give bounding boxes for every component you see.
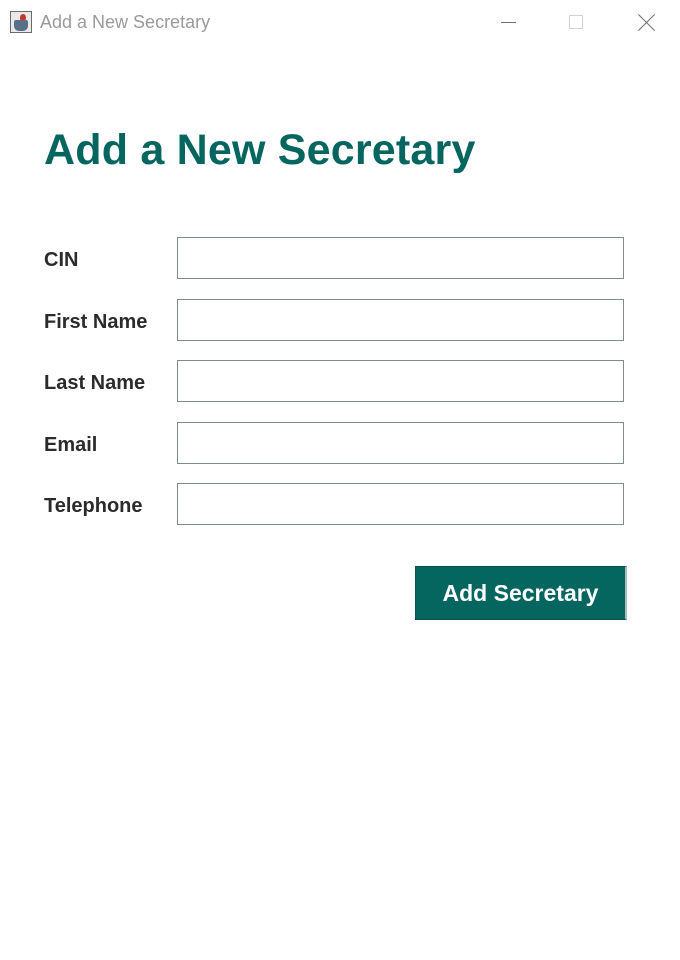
page-title: Add a New Secretary — [44, 126, 476, 174]
close-button[interactable] — [629, 8, 665, 36]
title-bar[interactable]: Add a New Secretary — [0, 0, 680, 44]
window-title: Add a New Secretary — [40, 12, 211, 32]
form-row-last-name: Last Name — [0, 360, 680, 402]
minimize-icon — [500, 21, 516, 23]
email-field[interactable] — [177, 422, 624, 464]
form-row-email: Email — [0, 422, 680, 464]
email-label: Email — [44, 434, 98, 456]
close-icon — [638, 13, 656, 31]
window: Add a New Secretary Add a New Secretary … — [0, 0, 680, 960]
last-name-label: Last Name — [44, 372, 146, 394]
first-name-field[interactable] — [177, 299, 624, 341]
maximize-button[interactable] — [558, 8, 594, 36]
cin-field[interactable] — [177, 237, 624, 279]
telephone-field[interactable] — [177, 483, 624, 525]
first-name-label: First Name — [44, 311, 148, 333]
last-name-field[interactable] — [177, 360, 624, 402]
maximize-icon — [569, 15, 583, 29]
java-cup-icon — [10, 11, 32, 33]
add-secretary-button[interactable]: Add Secretary — [415, 566, 627, 620]
minimize-button[interactable] — [490, 8, 526, 36]
form-row-telephone: Telephone — [0, 483, 680, 525]
form-row-first-name: First Name — [0, 299, 680, 341]
form-row-cin: CIN — [0, 237, 680, 279]
telephone-label: Telephone — [44, 495, 143, 517]
cin-label: CIN — [44, 249, 79, 271]
